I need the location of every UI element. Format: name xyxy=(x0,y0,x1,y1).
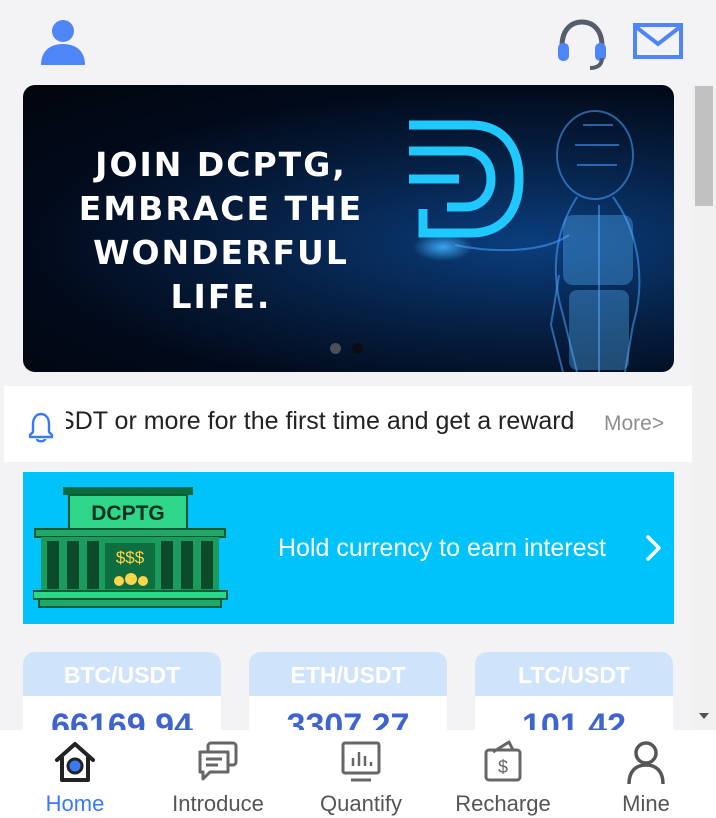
nav-label: Home xyxy=(45,791,105,816)
wallet-icon: $ xyxy=(484,740,522,782)
nav-introduce[interactable]: Introduce xyxy=(158,730,278,818)
notice-marquee: USDT or more for the first time and get … xyxy=(66,404,598,444)
banner-carousel[interactable]: JOIN DCPTG, EMBRACE THE WONDERFUL LIFE. xyxy=(23,85,674,372)
nav-mine[interactable]: Mine xyxy=(586,730,706,818)
nav-label: Recharge xyxy=(455,791,551,816)
profile-button[interactable] xyxy=(38,17,88,67)
ticker-pair: ETH/USDT xyxy=(249,652,447,696)
nav-quantify[interactable]: Quantify xyxy=(301,730,421,818)
bottom-nav: Home Introduce Quantify $ Recharge Mine xyxy=(0,730,716,818)
hold-currency-promo[interactable]: DCPTG $$$ Hold currency to earn interest xyxy=(23,472,674,624)
banner-headline: JOIN DCPTG, EMBRACE THE WONDERFUL LIFE. xyxy=(78,145,364,316)
user-icon xyxy=(627,741,665,785)
notice-text: USDT or more for the first time and get … xyxy=(66,407,575,435)
user-avatar-icon xyxy=(41,20,85,65)
nav-label: Introduce xyxy=(172,791,264,816)
customer-service-button[interactable] xyxy=(556,16,608,70)
promo-text: Hold currency to earn interest xyxy=(278,534,606,562)
dcptg-logo-robot-illustration xyxy=(409,110,641,372)
bank-name: DCPTG xyxy=(91,502,165,525)
ticker-card-ltc[interactable]: LTC/USDT 101.42 xyxy=(475,652,673,742)
mail-icon xyxy=(633,23,683,59)
chevron-right-icon xyxy=(646,535,661,561)
nav-recharge[interactable]: $ Recharge xyxy=(443,730,563,818)
ticker-card-eth[interactable]: ETH/USDT 3307.27 xyxy=(249,652,447,742)
carousel-dot[interactable] xyxy=(352,343,363,354)
home-icon xyxy=(55,742,95,782)
scroll-down-arrow-icon[interactable] xyxy=(699,712,709,720)
scrollbar[interactable] xyxy=(692,84,716,730)
money-sign: $$$ xyxy=(116,548,145,567)
nav-label: Mine xyxy=(622,791,670,816)
svg-text:$: $ xyxy=(498,757,508,777)
chat-icon xyxy=(198,741,238,781)
scrollbar-thumb[interactable] xyxy=(695,86,713,206)
nav-home[interactable]: Home xyxy=(15,730,135,818)
bell-icon xyxy=(28,412,54,443)
ticker-pair: BTC/USDT xyxy=(23,652,221,696)
chart-icon xyxy=(341,741,381,782)
bank-building-icon: DCPTG $$$ xyxy=(33,487,228,608)
top-header xyxy=(0,0,692,84)
notice-bar[interactable]: USDT or more for the first time and get … xyxy=(4,386,692,462)
ticker-card-btc[interactable]: BTC/USDT 66169.94 xyxy=(23,652,221,742)
more-link[interactable]: More> xyxy=(604,412,664,436)
ticker-pair: LTC/USDT xyxy=(475,652,673,696)
headset-icon xyxy=(558,19,606,70)
carousel-indicator xyxy=(330,343,370,357)
nav-label: Quantify xyxy=(320,791,402,816)
message-button[interactable] xyxy=(632,22,684,60)
carousel-dot-active[interactable] xyxy=(330,343,341,354)
